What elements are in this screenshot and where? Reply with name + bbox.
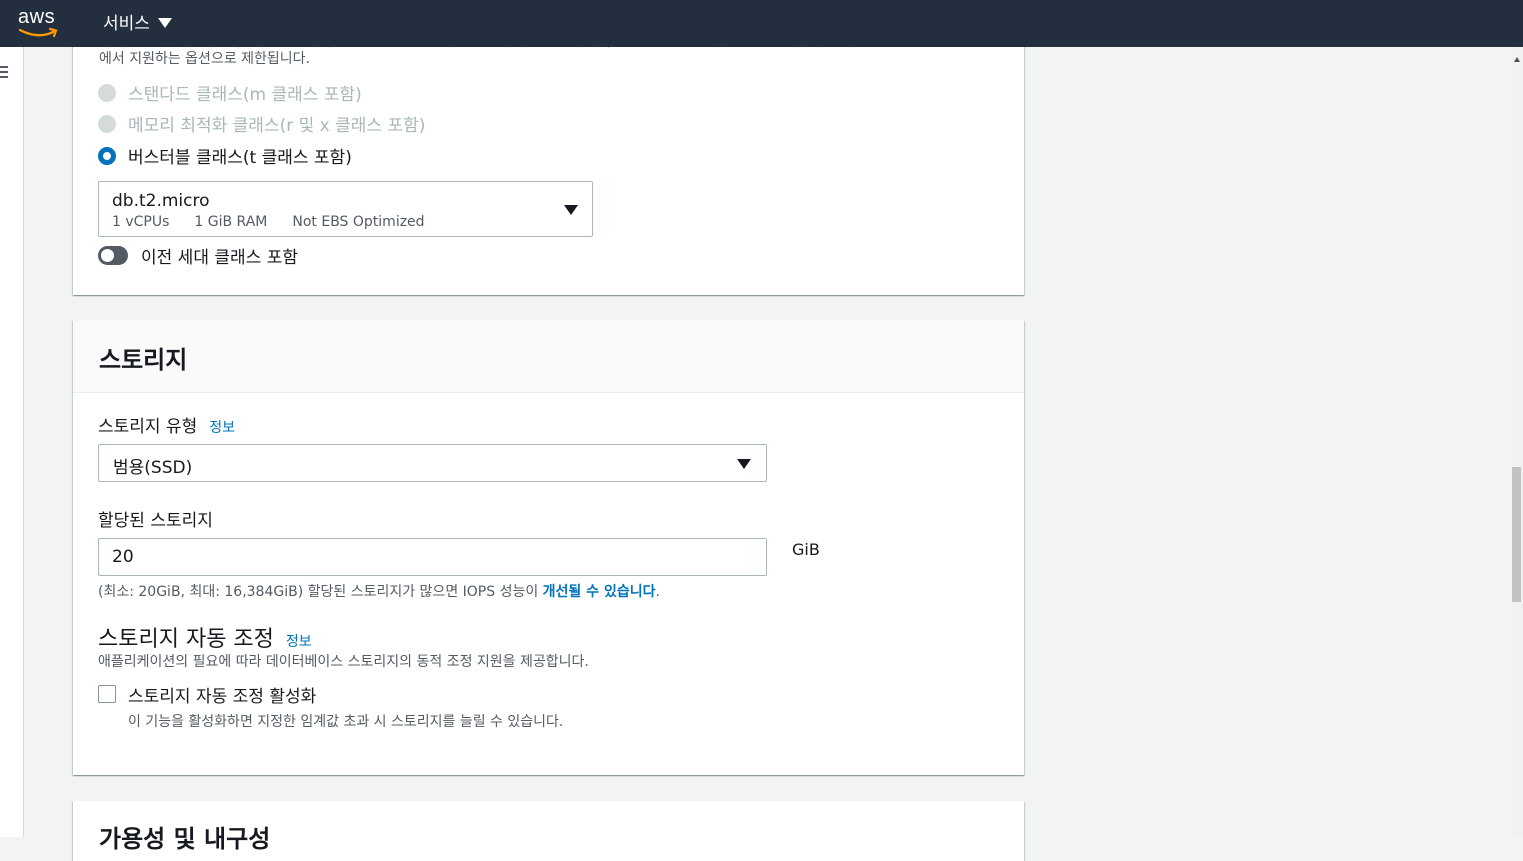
- availability-panel: 가용성 및 내구성: [73, 801, 1024, 861]
- radio-label-memory-optimized: 메모리 최적화 클래스(r 및 x 클래스 포함): [128, 116, 426, 136]
- aws-smile-icon: [19, 27, 58, 38]
- scroll-up-arrow-icon[interactable]: [1514, 57, 1520, 62]
- instance-spec-vcpu: 1 vCPUs: [112, 214, 170, 230]
- storage-panel: 스토리지 스토리지 유형 정보 범용(SSD) 할당된 스토리지 GiB (최소…: [73, 320, 1024, 775]
- storage-autoscaling-checkbox-text: 스토리지 자동 조정 활성화 이 기능을 활성화하면 지정한 임계값 초과 시 …: [128, 682, 563, 731]
- storage-autoscaling-checkbox[interactable]: [98, 685, 116, 703]
- left-navigation-rail: [0, 47, 24, 837]
- services-menu-button[interactable]: 서비스: [103, 9, 172, 34]
- instance-spec-ram: 1 GiB RAM: [194, 214, 268, 230]
- page-scrollbar[interactable]: [1511, 47, 1523, 837]
- storage-autoscaling-checkbox-label[interactable]: 스토리지 자동 조정 활성화: [128, 682, 563, 707]
- radio-label-burstable[interactable]: 버스터블 클래스(t 클래스 포함): [128, 143, 352, 168]
- aws-logo-text: aws: [18, 6, 56, 28]
- iops-improvement-link[interactable]: 개선될 수 있습니다: [543, 584, 656, 600]
- storage-type-select[interactable]: 범용(SSD): [98, 444, 767, 482]
- allocated-storage-hint: (최소: 20GiB, 최대: 16,384GiB) 할당된 스토리지가 많으면…: [98, 581, 660, 601]
- previous-generation-toggle-label: 이전 세대 클래스 포함: [141, 248, 298, 268]
- storage-panel-title: 스토리지: [99, 346, 188, 374]
- allocated-storage-label-row: 할당된 스토리지: [98, 506, 213, 531]
- services-label: 서비스: [103, 14, 150, 34]
- radio-memory-optimized-class: 메모리 최적화 클래스(r 및 x 클래스 포함): [98, 111, 425, 136]
- hamburger-menu-icon[interactable]: [0, 66, 9, 80]
- radio-button-selected[interactable]: [98, 146, 116, 165]
- storage-autoscaling-info-link[interactable]: 정보: [286, 631, 312, 651]
- aws-logo[interactable]: aws: [18, 6, 62, 40]
- radio-button-disabled: [98, 114, 116, 133]
- storage-type-info-link[interactable]: 정보: [209, 417, 235, 437]
- storage-type-label-row: 스토리지 유형 정보: [98, 412, 235, 437]
- toggle-knob: [101, 249, 114, 262]
- storage-autoscaling-description: 애플리케이션의 필요에 따라 데이터베이스 스토리지의 동적 조정 지원을 제공…: [98, 654, 589, 670]
- previous-generation-toggle-row: 이전 세대 클래스 포함: [98, 243, 298, 268]
- radio-button-disabled: [98, 83, 116, 102]
- top-navigation-bar: aws 서비스: [0, 0, 1523, 47]
- scrollbar-thumb[interactable]: [1512, 467, 1521, 602]
- caret-down-icon: [737, 459, 751, 469]
- radio-standard-class: 스탠다드 클래스(m 클래스 포함): [98, 80, 362, 105]
- allocated-storage-input[interactable]: [98, 538, 767, 576]
- storage-autoscaling-checkbox-description: 이 기능을 활성화하면 지정한 임계값 초과 시 스토리지를 늘릴 수 있습니다…: [128, 714, 564, 730]
- storage-type-value: 범용(SSD): [113, 458, 193, 478]
- instance-class-description-line2: 에서 지원하는 옵션으로 제한됩니다.: [99, 51, 310, 67]
- previous-generation-toggle[interactable]: [98, 246, 128, 265]
- radio-burstable-class[interactable]: 버스터블 클래스(t 클래스 포함): [98, 143, 352, 168]
- chevron-down-icon: [157, 18, 172, 28]
- caret-down-icon: [564, 205, 578, 215]
- storage-unit-label: GiB: [792, 540, 820, 559]
- instance-class-select[interactable]: db.t2.micro 1 vCPUs 1 GiB RAM Not EBS Op…: [98, 181, 593, 237]
- storage-panel-header: 스토리지: [73, 320, 1024, 393]
- instance-class-panel: 처리 용량 및 메모리 요구 사항을 충족하는 DB 인스턴스 클래스를 선택하…: [73, 30, 1024, 295]
- storage-type-label: 스토리지 유형: [98, 417, 198, 437]
- storage-autoscaling-title: 스토리지 자동 조정: [98, 627, 274, 652]
- selected-instance-class: db.t2.micro: [112, 191, 210, 211]
- allocated-storage-label: 할당된 스토리지: [98, 511, 213, 531]
- radio-label-standard: 스탠다드 클래스(m 클래스 포함): [128, 85, 362, 105]
- hint-period: .: [655, 584, 660, 600]
- instance-spec-ebs: Not EBS Optimized: [292, 214, 425, 230]
- allocated-storage-hint-text: (최소: 20GiB, 최대: 16,384GiB) 할당된 스토리지가 많으면…: [98, 584, 543, 600]
- instance-specs: 1 vCPUs 1 GiB RAM Not EBS Optimized: [112, 214, 425, 230]
- storage-autoscaling-heading: 스토리지 자동 조정 정보: [98, 621, 312, 653]
- storage-autoscaling-checkbox-row[interactable]: 스토리지 자동 조정 활성화 이 기능을 활성화하면 지정한 임계값 초과 시 …: [98, 682, 563, 731]
